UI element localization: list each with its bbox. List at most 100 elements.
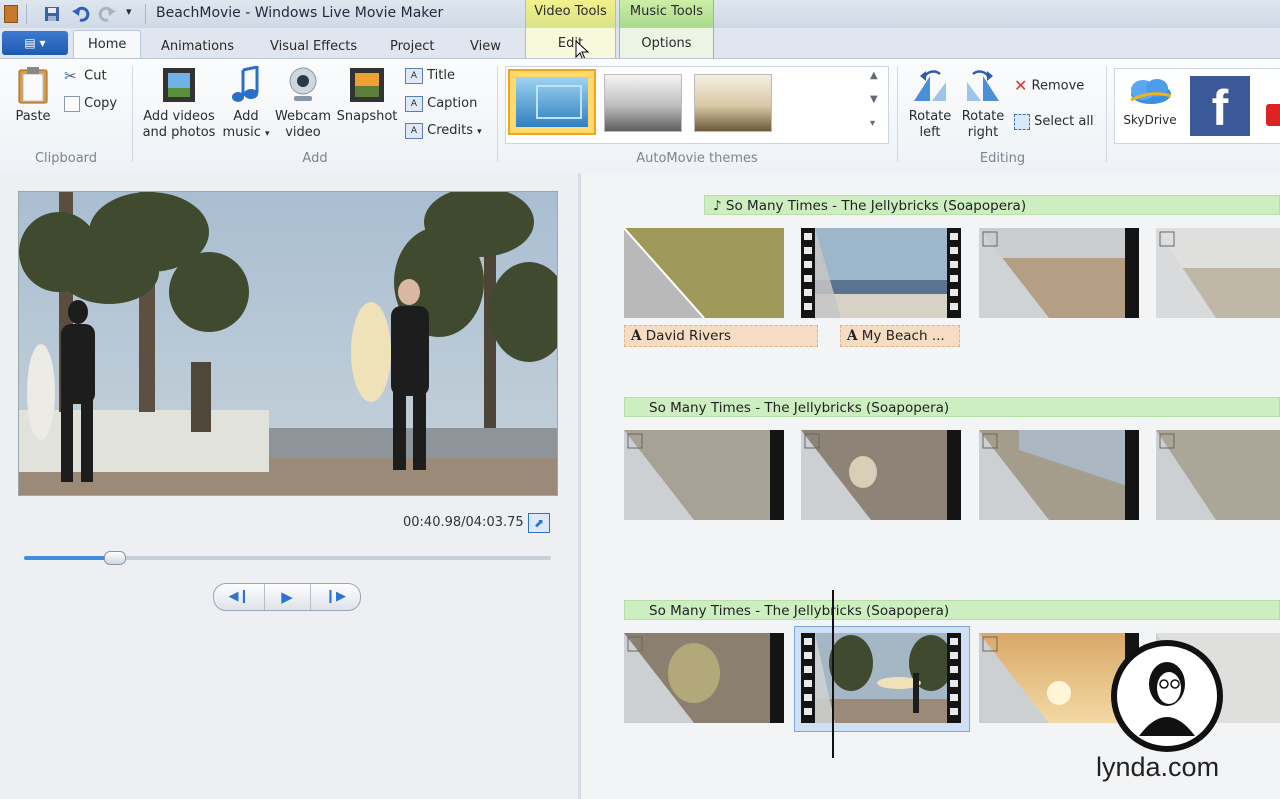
add-videos-label-line2: and photos [142, 125, 216, 140]
add-videos-label-line1: Add videos [143, 109, 215, 124]
theme-sepia[interactable] [694, 74, 772, 132]
skydrive-button[interactable]: SkyDrive [1118, 76, 1182, 128]
theme-default-preview [516, 77, 588, 127]
shell-image [801, 430, 961, 520]
rotate-left-label-line1: Rotate [908, 109, 952, 124]
clip-sand-shore[interactable] [979, 228, 1139, 318]
remove-button[interactable]: ✕ Remove [1014, 76, 1084, 96]
fullscreen-icon[interactable]: ⬈ [528, 513, 550, 533]
tab-home[interactable]: Home [73, 30, 142, 59]
group-separator [1106, 66, 1107, 162]
paste-icon [18, 67, 48, 104]
tab-edit[interactable]: Edit [525, 28, 616, 58]
caption-button[interactable]: A Caption [405, 94, 477, 114]
title-overlay-bar[interactable]: A David Rivers [624, 325, 818, 347]
tab-visual-effects[interactable]: Visual Effects [260, 36, 367, 58]
facebook-icon[interactable]: f [1190, 76, 1250, 136]
cut-label: Cut [84, 68, 107, 84]
cut-button[interactable]: ✂ Cut [64, 66, 107, 86]
remove-label: Remove [1031, 78, 1085, 94]
add-music-button[interactable]: Add music ▾ [220, 65, 272, 142]
skydrive-label: SkyDrive [1123, 113, 1177, 127]
scissors-icon: ✂ [64, 67, 77, 85]
copy-icon [64, 95, 80, 112]
video-tools-group: Video Tools [525, 0, 616, 29]
music-bar[interactable]: So Many Times - The Jellybricks (Soapope… [624, 600, 1280, 620]
clip-beach-walk[interactable] [1156, 228, 1280, 318]
add-videos-photos-button[interactable]: Add videos and photos [140, 66, 218, 141]
lynda-logo [1111, 640, 1223, 752]
group-separator [132, 66, 133, 162]
clip-sand[interactable] [624, 430, 784, 520]
credits-button[interactable]: A Credits ▾ [405, 121, 482, 141]
clip-seaweed[interactable] [624, 633, 784, 723]
theme-default[interactable] [508, 69, 596, 135]
clip-surfers-selected[interactable] [801, 633, 961, 723]
text-icon: A [847, 328, 858, 344]
caption-label: Caption [427, 96, 478, 111]
play-icon[interactable]: ▶ [264, 584, 311, 610]
copy-button[interactable]: Copy [64, 94, 117, 114]
caption-overlay-bar[interactable]: A My Beach ... [840, 325, 960, 347]
add-group-label: Add [302, 151, 328, 166]
select-all-icon [1014, 113, 1030, 130]
clip-title-card[interactable] [624, 228, 784, 318]
waves-image [801, 228, 961, 318]
film-photo-icon [163, 68, 195, 102]
tab-project[interactable]: Project [380, 36, 444, 58]
gallery-more-icon[interactable]: ▾ [870, 118, 875, 129]
undo-icon[interactable] [72, 5, 90, 23]
editing-group-label: Editing [979, 151, 1026, 166]
gallery-scroll-up-icon[interactable]: ▲ [870, 70, 878, 81]
music-note-icon: ♪ [713, 198, 722, 214]
add-music-label-line2: music [222, 125, 261, 140]
save-icon[interactable] [44, 6, 60, 22]
clip-water-edge[interactable] [979, 430, 1139, 520]
tab-options[interactable]: Options [619, 28, 714, 58]
tab-view[interactable]: View [460, 36, 511, 58]
webcam-label-line2: video [285, 125, 321, 140]
divider [145, 4, 146, 24]
theme-black-white[interactable] [604, 74, 682, 132]
paste-button[interactable]: Paste [10, 66, 56, 125]
credits-label: Credits [427, 123, 474, 138]
next-frame-icon[interactable]: ❙▶ [311, 584, 360, 610]
gallery-scroll-down-icon[interactable]: ▼ [870, 94, 878, 105]
select-all-button[interactable]: Select all [1014, 112, 1094, 132]
quick-access-dropdown-icon[interactable]: ▾ [126, 5, 132, 18]
seek-thumb[interactable] [103, 551, 126, 565]
previous-frame-icon[interactable]: ◀❙ [214, 584, 265, 610]
seek-bar-fill [24, 556, 114, 560]
cloud-icon [1130, 79, 1172, 104]
app-icon [4, 5, 18, 23]
surfers-image [801, 633, 961, 723]
remove-x-icon: ✕ [1014, 76, 1028, 95]
rotate-right-button[interactable]: Rotate right [956, 68, 1010, 141]
music-bar[interactable]: ♪ So Many Times - The Jellybricks (Soapo… [704, 195, 1280, 215]
youtube-icon[interactable] [1266, 76, 1280, 136]
playhead-indicator[interactable] [832, 590, 834, 758]
music-bar[interactable]: So Many Times - The Jellybricks (Soapope… [624, 397, 1280, 417]
title-button[interactable]: A Title [405, 66, 455, 86]
music-bar-label: So Many Times - The Jellybricks (Soapope… [649, 400, 950, 416]
playback-controls: ◀❙ ▶ ❙▶ [213, 583, 361, 611]
clip-bird[interactable] [1156, 430, 1280, 520]
tab-animations[interactable]: Animations [151, 36, 244, 58]
webcam-label-line1: Webcam [274, 109, 332, 124]
beach-walk-image [1156, 228, 1280, 318]
rotate-left-button[interactable]: Rotate left [903, 68, 957, 141]
text-icon: A [631, 328, 642, 344]
redo-icon[interactable] [98, 5, 116, 23]
menu-icon: ▤ ▾ [24, 36, 46, 50]
webcam-video-button[interactable]: Webcam video [274, 66, 332, 141]
app-menu-button[interactable]: ▤ ▾ [2, 31, 68, 55]
seaweed-image [624, 633, 784, 723]
snapshot-button[interactable]: Snapshot [335, 66, 399, 125]
clip-shell[interactable] [801, 430, 961, 520]
title-label: Title [427, 68, 456, 83]
bird-image [1156, 430, 1280, 520]
video-preview[interactable] [18, 191, 558, 496]
clipboard-group-label: Clipboard [34, 151, 98, 166]
water-edge-image [979, 430, 1139, 520]
clip-beach-waves[interactable] [801, 228, 961, 318]
